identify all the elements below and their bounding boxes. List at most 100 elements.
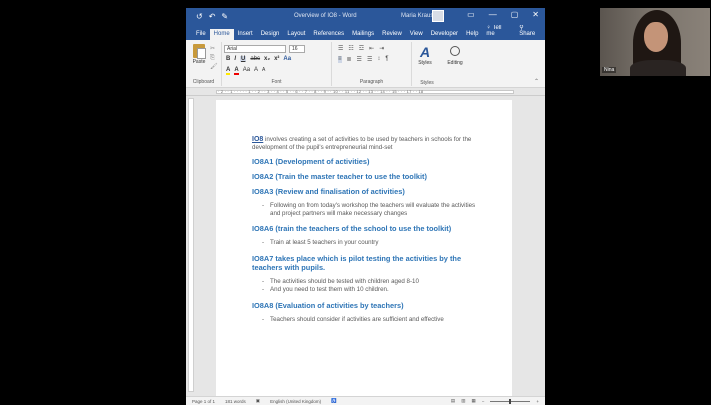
- cut-icon[interactable]: ✂: [210, 45, 218, 54]
- font-group: Arial 16 B I U abc x₂ x² Aa A A Aa A A F…: [222, 42, 332, 86]
- format-row-1: B I U abc x₂ x² Aa: [226, 56, 291, 62]
- tab-help[interactable]: Help: [462, 29, 482, 40]
- read-mode-icon[interactable]: ▤: [451, 398, 455, 404]
- multilevel-list-icon[interactable]: ☲: [359, 45, 364, 52]
- clipboard-group: Paste ✂ ⎘ 🖌 Clipboard: [186, 42, 222, 86]
- styles-group-label: Styles: [420, 80, 434, 86]
- heading-io8a7: IO8A7 takes place which is pilot testing…: [252, 253, 462, 272]
- tab-insert[interactable]: Insert: [234, 29, 257, 40]
- clipboard-group-label: Clipboard: [192, 79, 215, 85]
- io8-link[interactable]: IO8: [252, 136, 263, 143]
- participant-name: Nina: [602, 67, 617, 73]
- tab-references[interactable]: References: [309, 29, 348, 40]
- justify-icon[interactable]: ☰: [367, 56, 372, 63]
- heading-io8a3: IO8A3 (Review and finalisation of activi…: [252, 187, 405, 196]
- screen: ↺ ↶ ✎ Overview of IO8 - Word Maria Kraus…: [0, 0, 711, 405]
- show-formatting-icon[interactable]: ¶: [385, 56, 388, 63]
- participant-body: [630, 60, 686, 76]
- window-title: Overview of IO8 - Word: [294, 13, 357, 19]
- list-item: The activities should be tested with chi…: [252, 278, 482, 286]
- numbering-icon[interactable]: ☷: [348, 45, 353, 52]
- participant-face: [644, 22, 668, 52]
- participant-video[interactable]: Nina: [600, 8, 710, 76]
- decrease-indent-icon[interactable]: ⇤: [369, 45, 374, 52]
- font-name-select[interactable]: Arial: [224, 45, 286, 53]
- tab-layout[interactable]: Layout: [283, 29, 309, 40]
- close-icon[interactable]: ✕: [532, 10, 539, 19]
- ruler-numbers: · 2 · · 1 · · · · · 1 · · 2 · · 3 · · 4 …: [218, 89, 424, 94]
- user-name[interactable]: Maria Kraus: [401, 13, 433, 19]
- web-layout-icon[interactable]: ▦: [471, 398, 475, 404]
- print-layout-icon[interactable]: ▥: [461, 398, 465, 404]
- tab-home[interactable]: Home: [209, 29, 234, 40]
- line-spacing-icon[interactable]: ↕: [377, 56, 380, 63]
- paragraph-row-2: ≡ ≣ ☰ ☰ ↕ ¶: [338, 56, 389, 63]
- tab-file[interactable]: File: [192, 29, 210, 40]
- font-group-label: Font: [271, 79, 282, 85]
- bold-button[interactable]: B: [226, 56, 230, 62]
- ribbon-home: Paste ✂ ⎘ 🖌 Clipboard Arial 16 B I U abc…: [186, 40, 545, 88]
- editing-button[interactable]: Editing: [443, 44, 467, 66]
- tab-view[interactable]: View: [406, 29, 427, 40]
- zoom-out-icon[interactable]: −: [482, 399, 485, 404]
- zoom-slider[interactable]: [490, 398, 531, 404]
- paragraph-group: ☰ ☷ ☲ ⇤ ⇥ ≡ ≣ ☰ ☰ ↕ ¶ Paragraph: [332, 42, 412, 86]
- align-left-icon[interactable]: ≡: [338, 56, 342, 63]
- heading-io8a8: IO8A8 (Evaluation of activities by teach…: [252, 300, 404, 310]
- tab-review[interactable]: Review: [378, 29, 406, 40]
- list-item: Teachers should consider if activities a…: [252, 316, 482, 324]
- italic-button[interactable]: I: [234, 56, 236, 62]
- search-icon: [450, 46, 460, 56]
- superscript-button[interactable]: x²: [274, 56, 279, 62]
- zoom-in-icon[interactable]: +: [536, 399, 539, 404]
- language-indicator[interactable]: English (United Kingdom): [270, 399, 321, 404]
- list-item: Train at least 5 teachers in your countr…: [252, 239, 482, 247]
- tab-mailings[interactable]: Mailings: [348, 29, 378, 40]
- undo-icon[interactable]: ↶: [209, 12, 216, 21]
- horizontal-ruler[interactable]: · 2 · · 1 · · · · · 1 · · 2 · · 3 · · 4 …: [186, 88, 545, 96]
- ribbon-tabs: File Home Insert Design Layout Reference…: [186, 25, 545, 40]
- subscript-button[interactable]: x₂: [264, 56, 270, 62]
- font-size-select[interactable]: 16: [289, 45, 305, 53]
- minimize-icon[interactable]: —: [489, 10, 497, 19]
- change-case-button[interactable]: Aa: [243, 67, 250, 75]
- list-item: Following on from today's workshop the t…: [252, 202, 482, 217]
- user-avatar[interactable]: [432, 10, 444, 22]
- title-bar: ↺ ↶ ✎ Overview of IO8 - Word Maria Kraus…: [186, 8, 545, 25]
- document-page[interactable]: IO8 involves creating a set of activitie…: [216, 100, 512, 400]
- collapse-ribbon-icon[interactable]: ⌃: [534, 78, 539, 85]
- maximize-icon[interactable]: ▢: [511, 10, 519, 19]
- align-center-icon[interactable]: ≣: [347, 56, 352, 63]
- proofing-icon[interactable]: ▣: [256, 398, 260, 404]
- save-icon[interactable]: ↺: [196, 12, 203, 21]
- tab-design[interactable]: Design: [257, 29, 284, 40]
- format-painter-icon[interactable]: 🖌: [210, 63, 218, 72]
- document-body[interactable]: IO8 involves creating a set of activitie…: [252, 136, 482, 324]
- touch-mode-icon[interactable]: ✎: [221, 12, 228, 21]
- ribbon-display-icon[interactable]: ▭: [467, 10, 475, 19]
- vertical-ruler[interactable]: [188, 98, 194, 392]
- increase-indent-icon[interactable]: ⇥: [379, 45, 384, 52]
- word-window: ↺ ↶ ✎ Overview of IO8 - Word Maria Kraus…: [186, 8, 545, 405]
- strikethrough-button[interactable]: abc: [250, 56, 260, 62]
- paragraph-group-label: Paragraph: [359, 79, 384, 85]
- text-effects-button[interactable]: Aa: [283, 56, 291, 62]
- styles-button[interactable]: A Styles: [414, 44, 436, 66]
- accessibility-icon[interactable]: ♿: [331, 398, 337, 404]
- clipboard-icon: [193, 44, 206, 59]
- bullets-icon[interactable]: ☰: [338, 45, 343, 52]
- underline-button[interactable]: U: [240, 56, 247, 62]
- font-color-button[interactable]: A: [234, 67, 239, 75]
- list-item: And you need to test them with 10 childr…: [252, 286, 482, 294]
- paste-button[interactable]: Paste: [190, 44, 208, 65]
- page-count[interactable]: Page 1 of 1: [192, 399, 215, 404]
- word-count[interactable]: 181 words: [225, 399, 246, 404]
- align-right-icon[interactable]: ☰: [357, 56, 362, 63]
- grow-font-button[interactable]: A: [254, 67, 258, 75]
- paragraph-row-1: ☰ ☷ ☲ ⇤ ⇥: [338, 45, 384, 52]
- tab-developer[interactable]: Developer: [427, 29, 462, 40]
- shrink-font-button[interactable]: A: [262, 67, 265, 75]
- copy-icon[interactable]: ⎘: [210, 54, 218, 63]
- text-highlight-button[interactable]: A: [226, 67, 231, 75]
- tell-me-search[interactable]: ♀ Tell me: [482, 23, 515, 40]
